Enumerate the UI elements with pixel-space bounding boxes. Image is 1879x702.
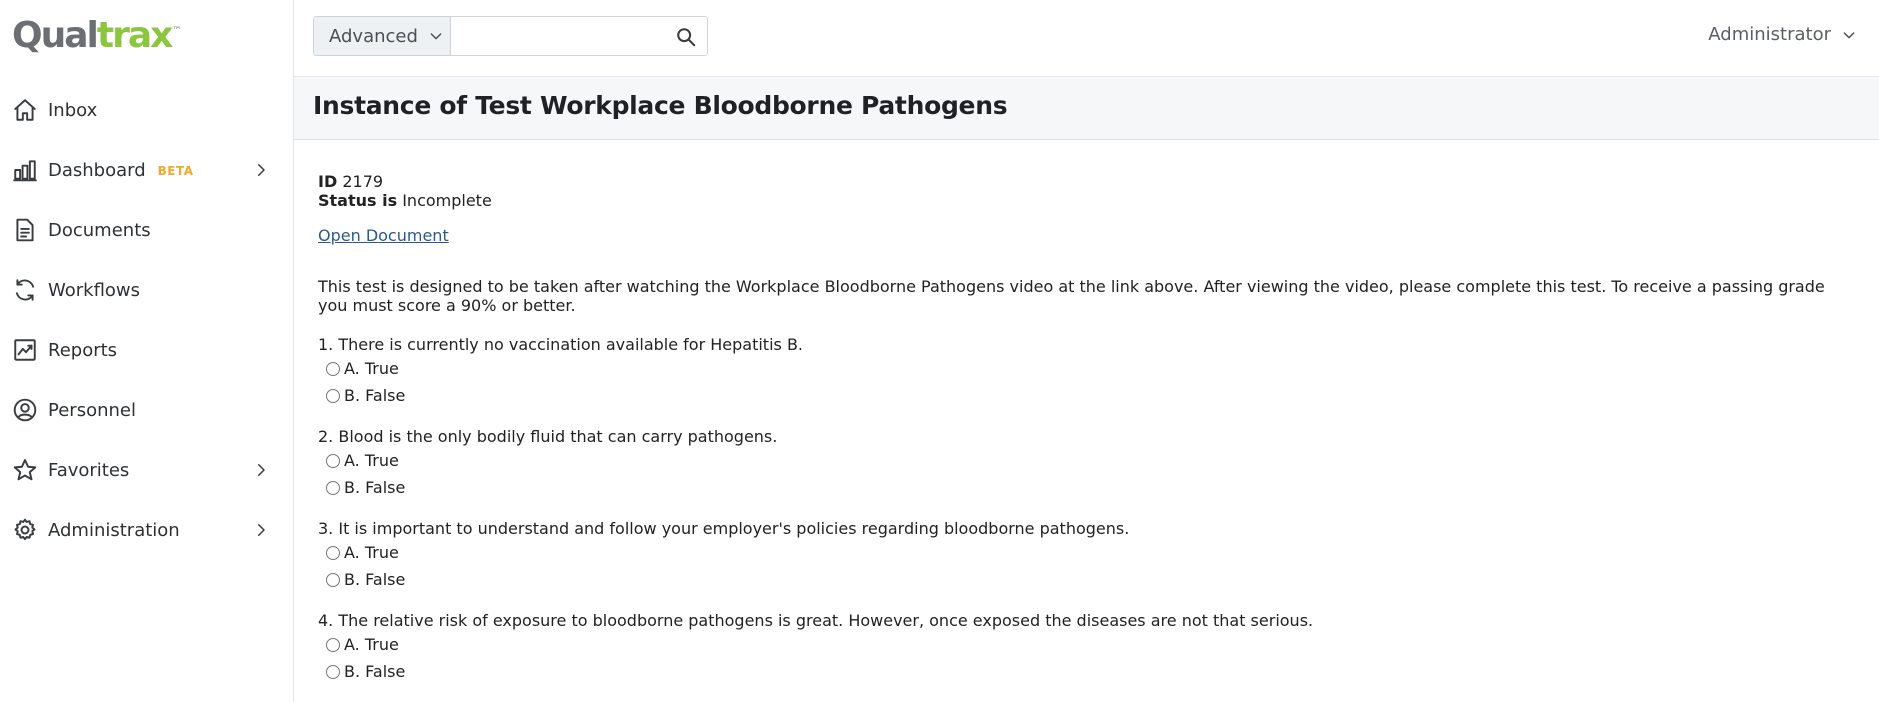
question-text: 4. The relative risk of exposure to bloo…	[318, 611, 1314, 630]
open-document-link[interactable]: Open Document	[318, 226, 449, 245]
answer-option[interactable]: B. False	[318, 382, 1858, 409]
question-3: 3. It is important to understand and fol…	[318, 519, 1858, 593]
answer-radio[interactable]	[326, 664, 340, 679]
answer-option[interactable]: A. True	[318, 539, 1858, 566]
sidebar-item-personnel[interactable]: Personnel	[0, 380, 294, 440]
sidebar-item-label: Documents	[48, 219, 151, 241]
answer-option[interactable]: A. True	[318, 447, 1858, 474]
main-content: ID 2179 Status is Incomplete Open Docume…	[318, 172, 1858, 685]
sidebar-item-workflows[interactable]: Workflows	[0, 260, 294, 320]
search-field-wrap	[451, 17, 707, 55]
advanced-search-label: Advanced	[329, 25, 418, 47]
id-value: 2179	[342, 172, 384, 191]
chevron-right-icon	[252, 521, 270, 539]
answer-option[interactable]: B. False	[318, 658, 1858, 685]
answer-radio[interactable]	[326, 545, 340, 560]
answer-radio[interactable]	[326, 480, 340, 495]
beta-badge: BETA	[157, 164, 194, 178]
logo-accent: trax	[96, 15, 173, 56]
answer-label: A. True	[344, 543, 399, 562]
question-2: 2. Blood is the only bodily fluid that c…	[318, 427, 1858, 501]
chevron-down-icon	[430, 33, 442, 40]
answer-label: A. True	[344, 359, 399, 378]
sidebar-item-favorites[interactable]: Favorites	[0, 440, 294, 500]
record-id: ID 2179	[318, 172, 1858, 191]
user-circle-icon	[12, 397, 38, 423]
sidebar-item-label: Favorites	[48, 459, 130, 481]
sidebar-item-inbox[interactable]: Inbox	[0, 80, 294, 140]
question-list: 1. There is currently no vaccination ava…	[318, 335, 1858, 685]
question-text: 3. It is important to understand and fol…	[318, 519, 1130, 538]
star-icon	[12, 457, 38, 483]
logo-wordmark: Qualtrax	[12, 14, 173, 58]
sidebar-item-label: Dashboard	[48, 159, 146, 181]
answer-radio[interactable]	[326, 361, 340, 376]
answer-radio[interactable]	[326, 453, 340, 468]
answer-option[interactable]: A. True	[318, 631, 1858, 658]
sidebar: Qualtrax ™ Inbox Dashboard BETA Documents	[0, 0, 294, 702]
document-icon	[12, 217, 38, 243]
search-input[interactable]	[451, 17, 707, 55]
sidebar-item-administration[interactable]: Administration	[0, 500, 294, 560]
trending-chart-icon	[12, 337, 38, 363]
logo-trademark: ™	[172, 26, 182, 36]
sidebar-item-label: Personnel	[48, 399, 136, 421]
chevron-right-icon	[252, 461, 270, 479]
search-icon[interactable]	[675, 26, 697, 48]
sidebar-item-label: Inbox	[48, 99, 98, 121]
question-text: 1. There is currently no vaccination ava…	[318, 335, 804, 354]
answer-option[interactable]: A. True	[318, 355, 1858, 382]
answer-label: A. True	[344, 451, 399, 470]
logo-prefix: Qual	[12, 15, 99, 56]
answer-option[interactable]: B. False	[318, 474, 1858, 501]
chevron-down-icon	[1843, 31, 1855, 38]
answer-radio[interactable]	[326, 388, 340, 403]
sidebar-item-label: Reports	[48, 339, 118, 361]
advanced-search-dropdown[interactable]: Advanced	[314, 17, 451, 55]
answer-radio[interactable]	[326, 637, 340, 652]
question-text: 2. Blood is the only bodily fluid that c…	[318, 427, 778, 446]
answer-label: B. False	[344, 478, 406, 497]
qualtrax-logo[interactable]: Qualtrax ™	[12, 14, 181, 58]
page-header: Instance of Test Workplace Bloodborne Pa…	[294, 77, 1879, 140]
answer-label: B. False	[344, 662, 406, 681]
sidebar-nav: Inbox Dashboard BETA Documents Workflows	[0, 80, 294, 560]
answer-radio[interactable]	[326, 572, 340, 587]
answer-label: B. False	[344, 386, 406, 405]
answer-label: B. False	[344, 570, 406, 589]
sidebar-item-label: Administration	[48, 519, 180, 541]
sidebar-item-documents[interactable]: Documents	[0, 200, 294, 260]
record-status: Status is Incomplete	[318, 191, 1858, 210]
status-value: Incomplete	[402, 191, 492, 210]
user-menu-label: Administrator	[1708, 24, 1831, 45]
bar-chart-icon	[12, 157, 38, 183]
test-instructions: This test is designed to be taken after …	[318, 277, 1825, 315]
status-label: Status is	[318, 191, 398, 210]
answer-option[interactable]: B. False	[318, 566, 1858, 593]
refresh-icon	[12, 277, 38, 303]
page-title: Instance of Test Workplace Bloodborne Pa…	[313, 91, 1008, 120]
id-label: ID	[318, 172, 338, 191]
top-bar: Advanced Administrator	[294, 0, 1879, 77]
search-group: Advanced	[313, 16, 708, 56]
question-1: 1. There is currently no vaccination ava…	[318, 335, 1858, 409]
question-4: 4. The relative risk of exposure to bloo…	[318, 611, 1858, 685]
home-icon	[12, 97, 38, 123]
gear-icon	[12, 517, 38, 543]
sidebar-item-reports[interactable]: Reports	[0, 320, 294, 380]
user-menu[interactable]: Administrator	[1708, 24, 1857, 45]
answer-label: A. True	[344, 635, 399, 654]
sidebar-item-label: Workflows	[48, 279, 141, 301]
sidebar-item-dashboard[interactable]: Dashboard BETA	[0, 140, 294, 200]
chevron-right-icon	[252, 161, 270, 179]
